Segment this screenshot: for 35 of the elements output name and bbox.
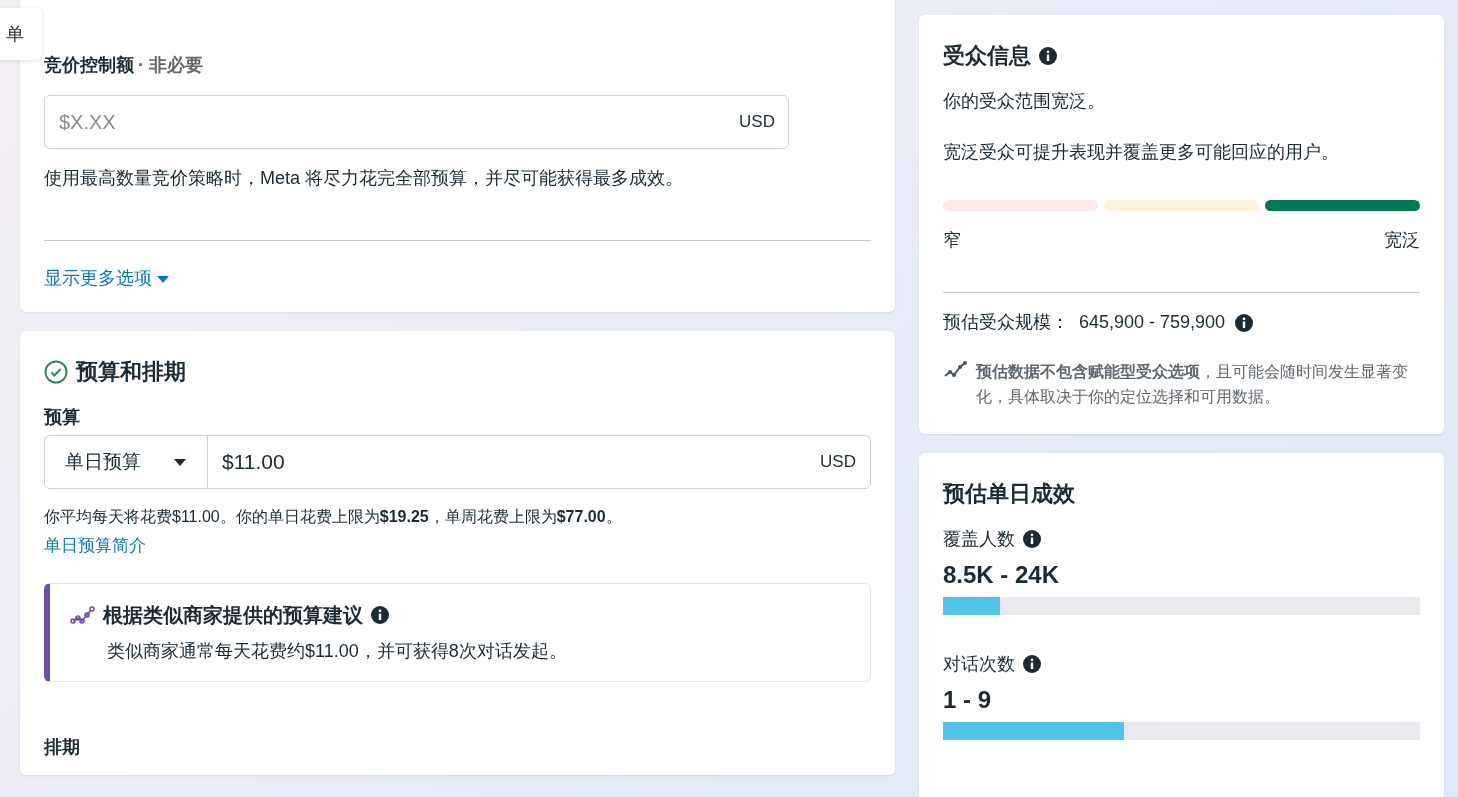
optional-tag: · 非必要	[138, 52, 203, 79]
field-label: 预算	[44, 406, 81, 429]
card-title: 预估单日成效	[943, 479, 1076, 508]
more-options-link[interactable]: 显示更多选项	[44, 265, 170, 292]
caret-icon	[156, 273, 170, 284]
scale-label: 窄	[943, 229, 961, 252]
trend-icon	[70, 605, 95, 624]
budget-info-link[interactable]: 单日预算简介	[44, 533, 146, 559]
info-icon	[1023, 655, 1041, 674]
scale-label: 宽泛	[1384, 229, 1420, 252]
metric-value: 1 - 9	[943, 684, 993, 715]
menu-tab[interactable]: 单	[0, 8, 42, 60]
metric-label: 覆盖人数	[943, 527, 1015, 551]
metric-value: 8.5K - 24K	[943, 559, 1061, 590]
field-label: 竞价控制额	[44, 54, 134, 77]
suggestion-text: 类似商家通常每天花费约$11.00，并可获得8次对话发起。	[106, 639, 568, 663]
check-circle-icon	[44, 359, 68, 384]
suggestion-title: 根据类似商家提供的预算建议	[103, 602, 363, 628]
info-icon	[1023, 530, 1041, 549]
size-value: 645,900 - 759,900	[1079, 311, 1226, 334]
currency-label: USD	[739, 111, 775, 134]
size-label: 预估受众规模：	[943, 311, 1069, 334]
info-icon	[1039, 46, 1057, 65]
help-text: 使用最高数量竞价策略时，Meta 将尽力花完全部预算，并尽可能获得最多成效。	[44, 167, 685, 190]
section-title: 预算和排期	[76, 358, 186, 386]
trend-icon	[943, 360, 968, 378]
summary-text: 你的受众范围宽泛。	[943, 90, 1106, 113]
card-title: 受众信息	[943, 42, 1031, 70]
help-text: 你平均每天将花费$11.00。你的单日花费上限为$19.25，单周花费上限为$77.00。	[44, 507, 623, 527]
info-icon	[1235, 313, 1254, 332]
note-text: 预估数据不包含赋能型受众选项，且可能会随时间发生显著变化，具体取决于你的定位选择和可用数据。	[976, 362, 1409, 407]
info-icon	[371, 605, 389, 624]
field-label: 排期	[44, 735, 81, 759]
metric-label: 对话次数	[943, 652, 1015, 676]
description-text: 宽泛受众可提升表现并覆盖更多可能回应的用户。	[943, 141, 1340, 164]
